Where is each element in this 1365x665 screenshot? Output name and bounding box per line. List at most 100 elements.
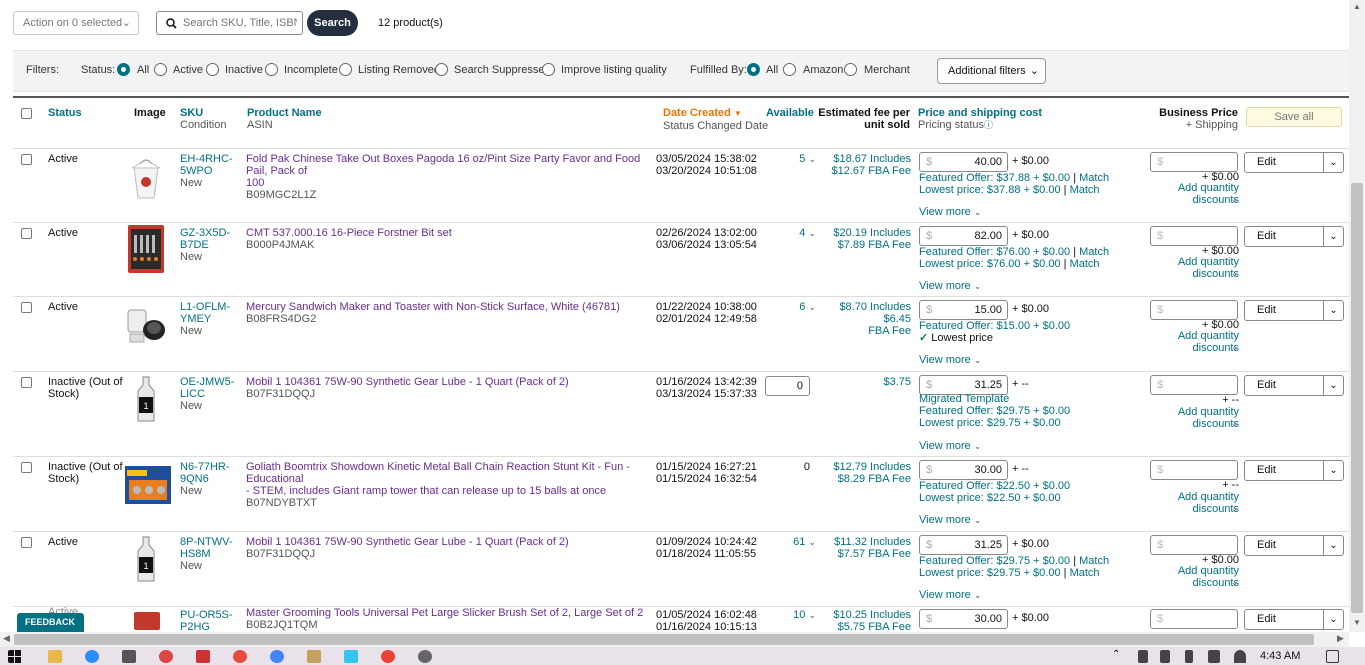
row-available[interactable]: 5 ⌄ [768, 153, 816, 165]
battery-icon[interactable] [1208, 650, 1220, 663]
business-price-input[interactable]: $ [1150, 609, 1238, 629]
product-image-takeout-box[interactable] [126, 154, 166, 202]
price-input[interactable]: $30.00 [919, 460, 1008, 480]
zoom-icon[interactable] [85, 650, 99, 663]
additional-filters-button[interactable]: Additional filters ⌄ [937, 58, 1046, 84]
edit-button[interactable]: Edit ⌄ [1244, 300, 1344, 321]
chevron-down-icon[interactable]: ⌄ [1323, 536, 1343, 555]
status-option-incomplete[interactable]: Incomplete [284, 64, 338, 76]
fulfilled-radio-all[interactable] [747, 63, 760, 76]
info-icon[interactable]: ⓘ [984, 120, 993, 130]
view-more-link[interactable]: View more ⌄ [919, 589, 981, 601]
file-explorer-icon[interactable] [48, 650, 62, 663]
fulfilled-radio-merchant[interactable] [844, 63, 857, 76]
row-sku[interactable]: PU-OR5S- P2HG [180, 609, 235, 632]
scroll-left-icon[interactable]: ◀ [3, 633, 10, 644]
edit-button[interactable]: Edit ⌄ [1244, 460, 1344, 481]
app-icon[interactable] [233, 650, 247, 663]
row-product-name[interactable]: Fold Pak Chinese Take Out Boxes Pagoda 1… [246, 153, 646, 201]
match-lowest-link[interactable]: Match [1070, 184, 1100, 196]
price-input[interactable]: $40.00 [919, 152, 1008, 172]
sku-column-header[interactable]: SKU Condition [180, 107, 226, 131]
match-featured-link[interactable]: Match [1079, 172, 1109, 184]
row-sku[interactable]: 8P-NTWV- HS8M New [180, 536, 235, 572]
row-checkbox[interactable] [21, 462, 32, 473]
horizontal-scroll-thumb[interactable] [14, 634, 1314, 645]
match-featured-link[interactable]: Match [1079, 555, 1109, 567]
chevron-down-icon[interactable]: ⌄ [1323, 461, 1343, 480]
add-quantity-discounts-link[interactable]: Add quantity discounts [1133, 491, 1239, 515]
status-radio-improve-quality[interactable] [542, 63, 555, 76]
match-featured-link[interactable]: Match [1079, 246, 1109, 258]
view-more-link[interactable]: View more ⌄ [919, 206, 981, 218]
row-available[interactable]: 10 ⌄ [768, 609, 816, 621]
business-price-input[interactable]: $ [1150, 226, 1238, 246]
add-quantity-discounts-link[interactable]: Add quantity discounts [1133, 182, 1239, 206]
status-option-active[interactable]: Active [173, 64, 203, 76]
row-product-name[interactable]: Mobil 1 104361 75W-90 Synthetic Gear Lub… [246, 536, 646, 560]
row-sku[interactable]: N6-77HR- 9QN6 New [180, 461, 235, 497]
scroll-down-icon[interactable]: ▼ [1353, 618, 1361, 627]
save-all-button[interactable]: Save all [1246, 107, 1342, 127]
windows-start-icon[interactable] [8, 650, 22, 663]
price-input[interactable]: $31.25 [919, 535, 1008, 555]
notifications-icon[interactable] [1326, 650, 1339, 663]
add-quantity-discounts-link[interactable]: Add quantity discounts [1133, 406, 1239, 430]
available-column-header[interactable]: Available [766, 107, 814, 119]
row-checkbox[interactable] [21, 377, 32, 388]
edit-button[interactable]: Edit ⌄ [1244, 535, 1344, 556]
chrome-icon[interactable] [381, 650, 395, 663]
app-icon[interactable] [307, 650, 321, 663]
chevron-down-icon[interactable]: ⌄ [1323, 227, 1343, 246]
row-available[interactable]: 61 ⌄ [768, 536, 816, 548]
row-available[interactable]: 6 ⌄ [768, 301, 816, 313]
chevron-down-icon[interactable]: ⌄ [1323, 376, 1343, 395]
gear-icon[interactable] [418, 650, 432, 663]
add-quantity-discounts-link[interactable]: Add quantity discounts [1133, 256, 1239, 280]
price-column-header[interactable]: Price and shipping cost Pricing statusⓘ [918, 107, 1042, 131]
status-option-improve-quality[interactable]: Improve listing quality [561, 64, 667, 76]
row-sku[interactable]: GZ-3X5D- B7DE New [180, 227, 235, 263]
row-product-name[interactable]: Master Grooming Tools Universal Pet Larg… [246, 607, 646, 631]
edit-button[interactable]: Edit ⌄ [1244, 226, 1344, 247]
chevron-down-icon[interactable]: ⌄ [1231, 503, 1239, 514]
status-radio-listing-removed[interactable] [339, 63, 352, 76]
business-price-input[interactable]: $ [1150, 300, 1238, 320]
row-fee[interactable]: $3.75 [813, 376, 911, 388]
view-more-link[interactable]: View more ⌄ [919, 280, 981, 292]
match-lowest-link[interactable]: Match [1070, 567, 1100, 579]
available-quantity-input[interactable]: 0 [765, 376, 810, 396]
row-sku[interactable]: L1-OFLM- YMEY New [180, 301, 235, 337]
migrated-template[interactable]: Migrated Template [919, 393, 1149, 405]
business-price-input[interactable]: $ [1150, 375, 1238, 395]
price-input[interactable]: $30.00 [919, 609, 1008, 629]
price-input[interactable]: $31.25 [919, 375, 1008, 395]
add-quantity-discounts-link[interactable]: Add quantity discounts [1133, 330, 1239, 354]
horizontal-scrollbar[interactable]: ◀ ▶ [0, 632, 1349, 647]
product-image-slicker-brush[interactable] [126, 610, 166, 632]
chevron-down-icon[interactable]: ⌄ [1323, 301, 1343, 320]
status-radio-search-suppressed[interactable] [435, 63, 448, 76]
business-price-input[interactable]: $ [1150, 460, 1238, 480]
row-fee[interactable]: $18.67 Includes $12.67 FBA Fee [813, 153, 912, 177]
price-input[interactable]: $82.00 [919, 226, 1008, 246]
microphone-icon[interactable] [1185, 650, 1193, 663]
row-fee[interactable]: $11.32 Includes $7.57 FBA Fee [813, 536, 911, 560]
product-image-sandwich-maker[interactable] [126, 300, 166, 348]
row-checkbox[interactable] [21, 302, 32, 313]
search-field[interactable] [156, 11, 303, 35]
price-input[interactable]: $15.00 [919, 300, 1008, 320]
chevron-down-icon[interactable]: ⌄ [1231, 194, 1239, 205]
feedback-tab[interactable]: FEEDBACK ✕ [17, 613, 84, 632]
row-fee[interactable]: $8.70 Includes $6.45 FBA Fee [813, 301, 911, 337]
view-more-link[interactable]: View more ⌄ [919, 354, 981, 366]
edit-button[interactable]: Edit ⌄ [1244, 609, 1344, 630]
slack-icon[interactable] [344, 650, 358, 663]
chevron-down-icon[interactable]: ⌄ [1231, 418, 1239, 429]
row-product-name[interactable]: CMT 537.000.16 16-Piece Forstner Bit set… [246, 227, 646, 251]
product-image-forstner-bits[interactable] [126, 225, 166, 273]
vertical-scrollbar[interactable]: ▲ ▼ [1349, 0, 1365, 632]
status-radio-inactive[interactable] [206, 63, 219, 76]
business-price-input[interactable]: $ [1150, 535, 1238, 555]
view-more-link[interactable]: View more ⌄ [919, 514, 981, 526]
